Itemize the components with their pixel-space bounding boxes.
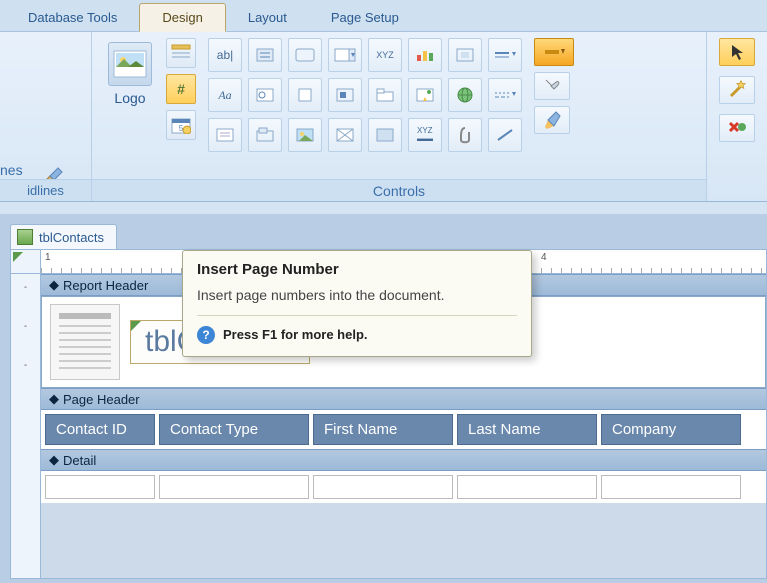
col-first-name[interactable]: First Name bbox=[313, 414, 453, 445]
textbox2-control[interactable] bbox=[208, 118, 242, 152]
report-icon bbox=[17, 229, 33, 245]
logo-button[interactable]: Logo bbox=[100, 38, 160, 110]
bound-frame-control[interactable] bbox=[328, 118, 362, 152]
listbox2-control[interactable]: XYZ▬▬ bbox=[408, 118, 442, 152]
tooltip-title: Insert Page Number bbox=[197, 261, 517, 278]
col-contact-id[interactable]: Contact ID bbox=[45, 414, 155, 445]
toggle-control[interactable] bbox=[328, 78, 362, 112]
date-time-button[interactable]: 5 bbox=[166, 110, 196, 140]
detail-cell[interactable] bbox=[601, 475, 741, 499]
logo-icon bbox=[108, 42, 152, 86]
activex-button[interactable] bbox=[719, 114, 755, 142]
chart-control[interactable] bbox=[408, 38, 442, 72]
controls-grid: ab| XYZ Aa X bbox=[208, 38, 522, 152]
collapse-icon: ◆ bbox=[49, 391, 59, 407]
tab-database-tools[interactable]: Database Tools bbox=[6, 4, 139, 31]
document-tab[interactable]: tblContacts bbox=[10, 224, 117, 249]
line-control[interactable] bbox=[488, 118, 522, 152]
tab-design[interactable]: Design bbox=[139, 3, 225, 32]
report-header-label: Report Header bbox=[63, 278, 148, 293]
ribbon-group-right bbox=[707, 32, 767, 201]
page-header-bar[interactable]: ◆ Page Header bbox=[41, 388, 766, 410]
detail-section[interactable] bbox=[41, 471, 766, 503]
textbox-control[interactable]: ab| bbox=[208, 38, 242, 72]
ribbon: nes idlines Logo # 5 bbox=[0, 32, 767, 202]
pencil-color-button[interactable] bbox=[534, 106, 570, 134]
detail-cell[interactable] bbox=[457, 475, 597, 499]
image-control[interactable] bbox=[288, 118, 322, 152]
vertical-ruler[interactable]: --- bbox=[11, 274, 41, 578]
line-type-dropdown[interactable] bbox=[488, 78, 522, 112]
combobox-control[interactable] bbox=[328, 38, 362, 72]
select-all-corner[interactable] bbox=[11, 250, 41, 274]
font-control[interactable]: Aa bbox=[208, 78, 242, 112]
detail-label: Detail bbox=[63, 453, 96, 468]
tooltip-help-text: Press F1 for more help. bbox=[223, 327, 368, 342]
tab-page-setup[interactable]: Page Setup bbox=[309, 4, 421, 31]
attachment-control[interactable] bbox=[448, 118, 482, 152]
ribbon-group-controls: Logo # 5 ab| XYZ bbox=[92, 32, 707, 201]
tab-layout[interactable]: Layout bbox=[226, 4, 309, 31]
page-header-label: Page Header bbox=[63, 392, 140, 407]
help-icon: ? bbox=[197, 326, 215, 344]
hash-icon: # bbox=[177, 81, 185, 97]
ribbon-group-gridlines: nes idlines bbox=[0, 32, 92, 201]
title-button[interactable] bbox=[166, 38, 196, 68]
detail-cell[interactable] bbox=[313, 475, 453, 499]
ribbon-tabbar: Database Tools Design Layout Page Setup bbox=[0, 0, 767, 32]
tab-control[interactable] bbox=[368, 78, 402, 112]
option-group-control[interactable] bbox=[248, 118, 282, 152]
collapse-icon: ◆ bbox=[49, 277, 59, 293]
detail-bar[interactable]: ◆ Detail bbox=[41, 449, 766, 471]
subform-control[interactable] bbox=[408, 78, 442, 112]
logo-placeholder[interactable] bbox=[50, 304, 120, 380]
unbound-frame-control[interactable] bbox=[448, 38, 482, 72]
hyperlink-control[interactable] bbox=[448, 78, 482, 112]
tooltip-help-row: ? Press F1 for more help. bbox=[197, 326, 517, 344]
collapse-icon: ◆ bbox=[49, 452, 59, 468]
checkbox-control[interactable] bbox=[288, 78, 322, 112]
tooltip-body: Insert page numbers into the document. bbox=[197, 286, 517, 305]
detail-cell[interactable] bbox=[45, 475, 155, 499]
ribbon-group-title-controls: Controls bbox=[92, 179, 706, 201]
tools-button[interactable] bbox=[534, 72, 570, 100]
logo-label: Logo bbox=[114, 90, 145, 106]
col-company[interactable]: Company bbox=[601, 414, 741, 445]
partial-label-nes: nes bbox=[0, 162, 23, 178]
select-arrow-button[interactable] bbox=[719, 38, 755, 66]
column-headers-row[interactable]: Contact ID Contact Type First Name Last … bbox=[41, 410, 766, 449]
detail-cell[interactable] bbox=[159, 475, 309, 499]
page-number-button[interactable]: # bbox=[166, 74, 196, 104]
listbox-control[interactable]: XYZ bbox=[368, 38, 402, 72]
line-color-button[interactable] bbox=[534, 38, 574, 66]
control-wizards-button[interactable] bbox=[719, 76, 755, 104]
col-contact-type[interactable]: Contact Type bbox=[159, 414, 309, 445]
option-button-control[interactable] bbox=[248, 78, 282, 112]
button-control[interactable] bbox=[288, 38, 322, 72]
rectangle-control[interactable] bbox=[368, 118, 402, 152]
col-last-name[interactable]: Last Name bbox=[457, 414, 597, 445]
insert-page-number-tooltip: Insert Page Number Insert page numbers i… bbox=[182, 250, 532, 357]
ribbon-group-title-gridlines: idlines bbox=[0, 179, 91, 201]
line-style-dropdown[interactable] bbox=[488, 38, 522, 72]
document-tab-label: tblContacts bbox=[39, 230, 104, 245]
label-control[interactable] bbox=[248, 38, 282, 72]
